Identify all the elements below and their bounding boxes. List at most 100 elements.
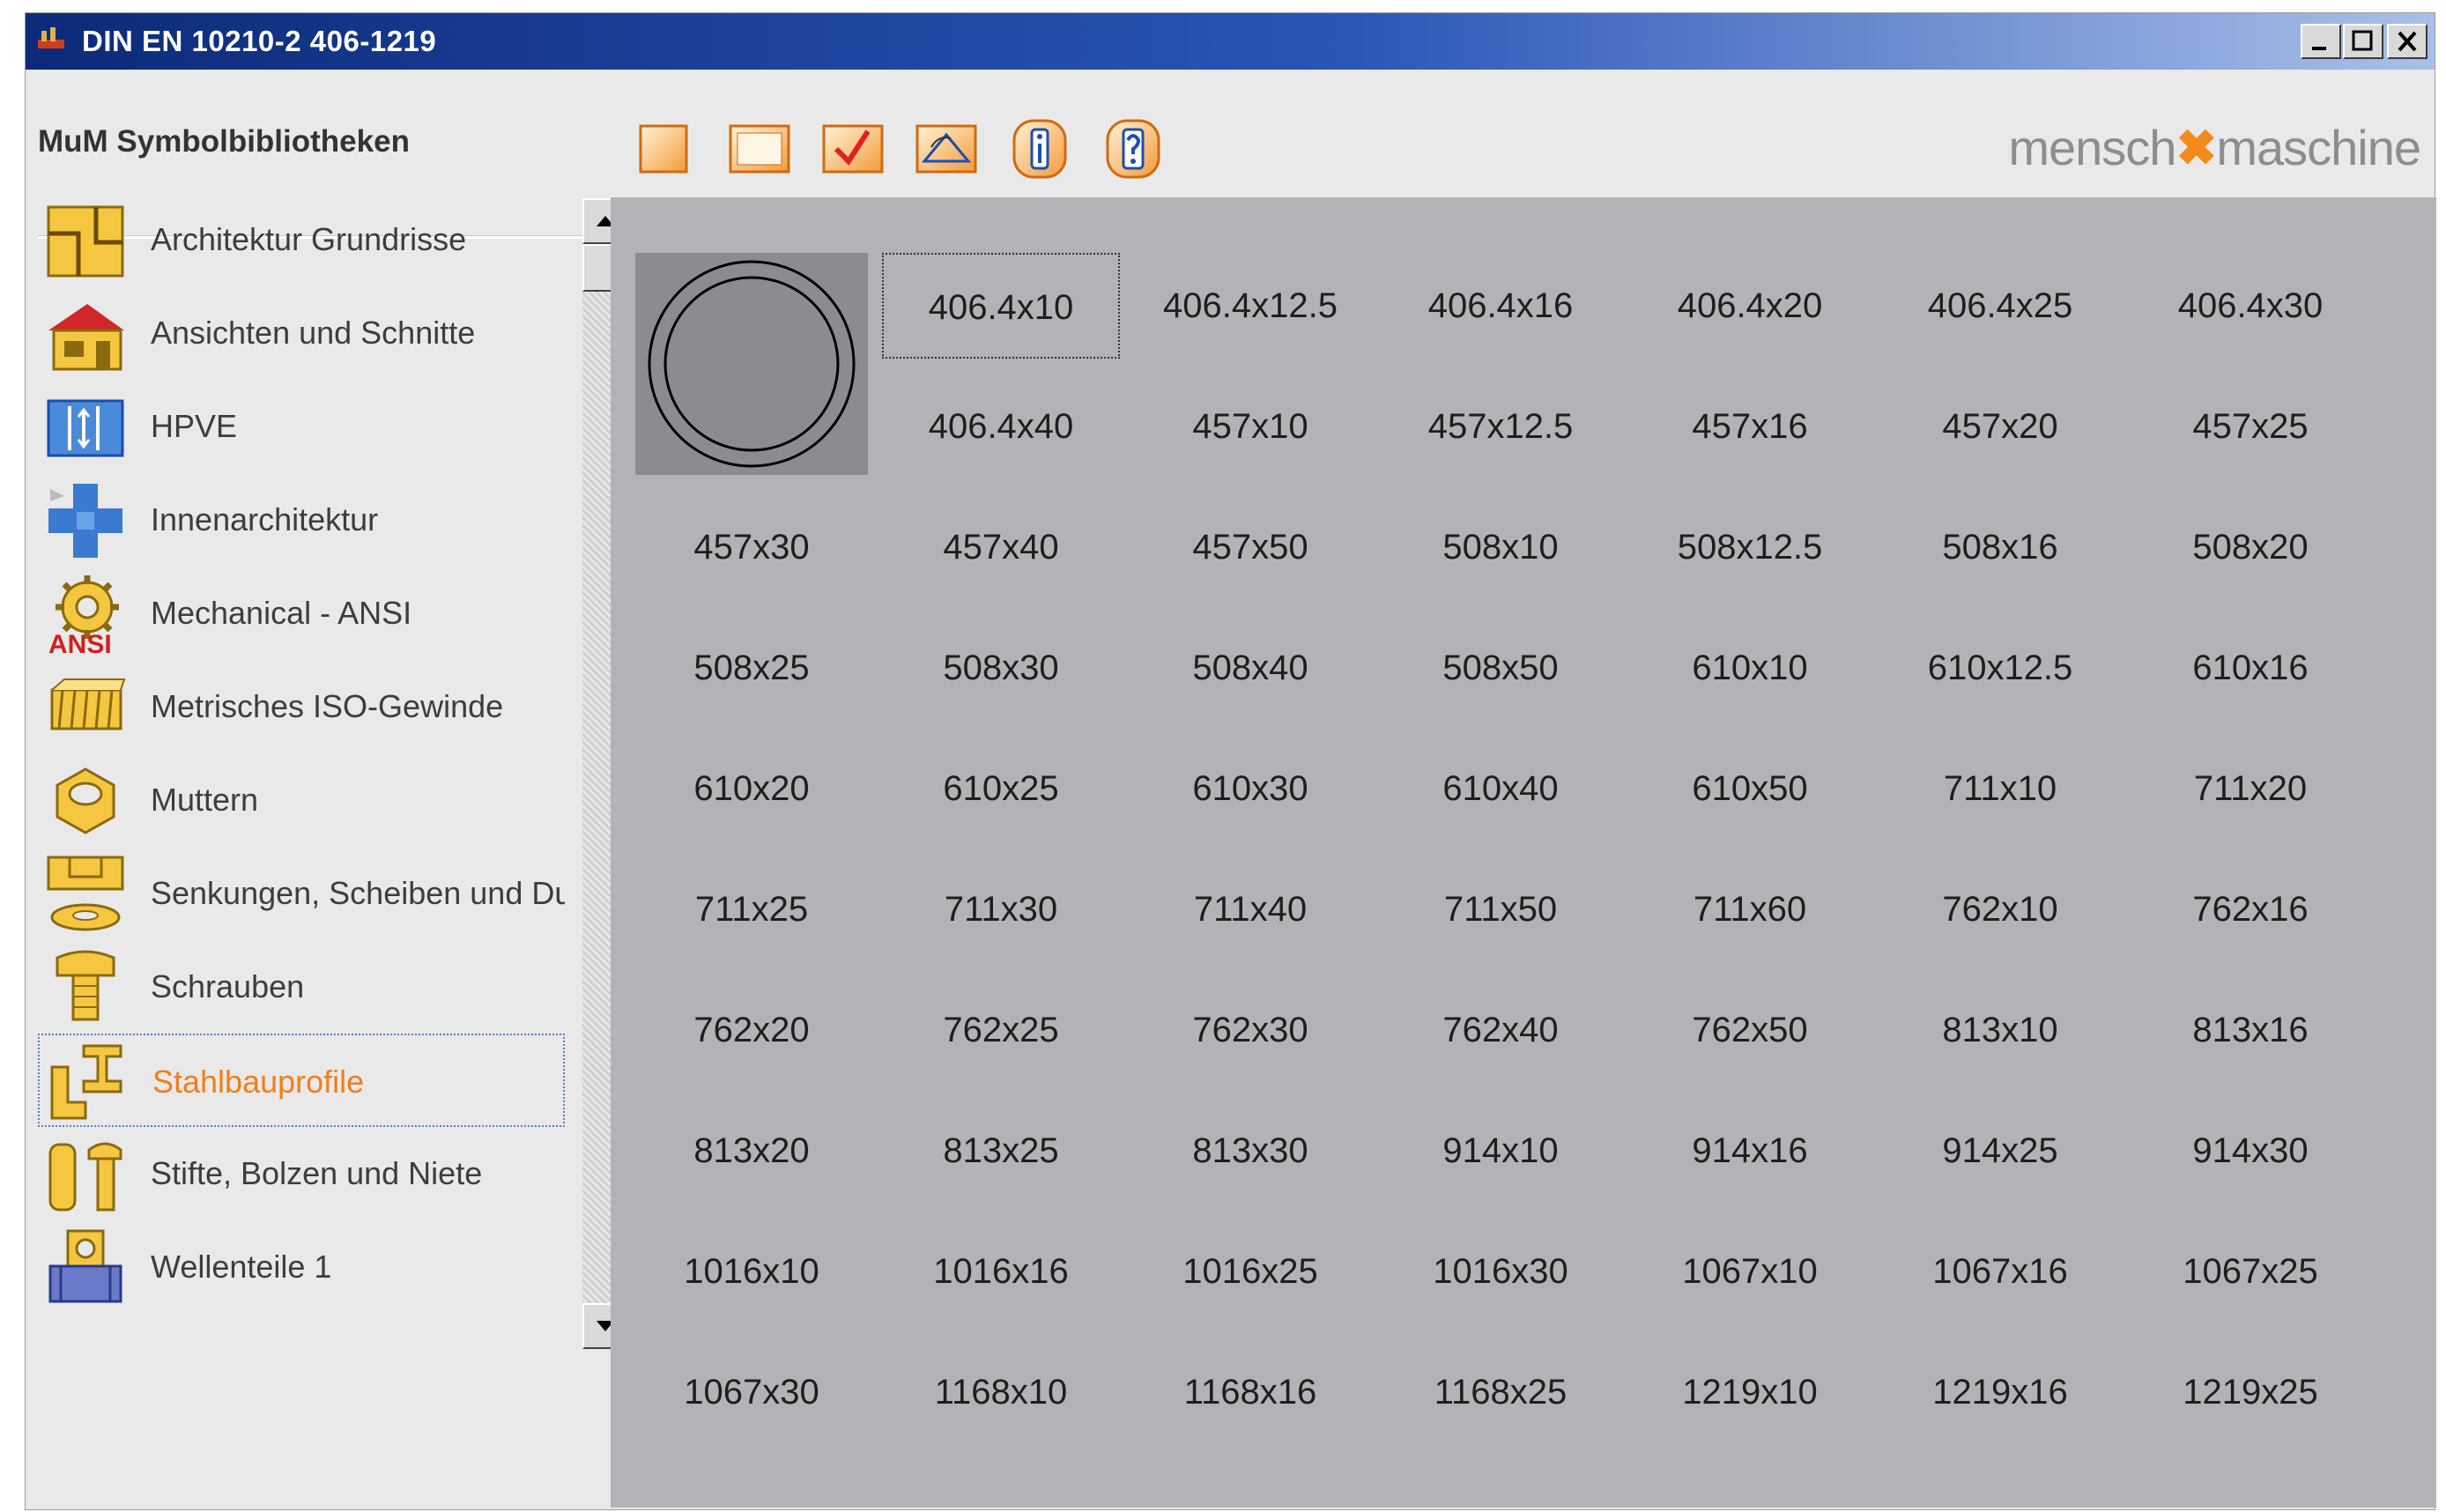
close-button[interactable] [2387,24,2427,59]
symbol-cell[interactable]: 711x60 [1631,856,1869,962]
symbol-cell[interactable]: 1016x25 [1131,1219,1369,1324]
symbol-cell[interactable]: 610x10 [1631,615,1869,721]
symbol-cell[interactable]: 1067x25 [2131,1219,2369,1324]
sidebar-item-senkungen[interactable]: Senkungen, Scheiben und Du [38,847,565,940]
symbol-cell[interactable]: 610x20 [633,736,871,841]
symbol-cell[interactable]: 1067x30 [633,1339,871,1445]
symbol-cell[interactable]: 1168x10 [882,1339,1120,1445]
symbol-cell[interactable]: 1168x25 [1382,1339,1620,1445]
help-icon [1106,119,1160,179]
symbol-cell[interactable]: 508x12.5 [1631,494,1869,600]
info-button[interactable] [1004,115,1076,181]
sidebar-item-label: Metrisches ISO-Gewinde [151,688,504,724]
symbol-cell[interactable]: 1168x16 [1131,1339,1369,1445]
symbol-cell[interactable]: 406.4x40 [882,374,1120,479]
symbol-cell[interactable]: 610x25 [882,736,1120,841]
sidebar-item-schrauben[interactable]: Schrauben [38,940,565,1034]
rotate-button[interactable] [910,115,982,181]
symbol-cell[interactable]: 406.4x16 [1382,253,1620,359]
sidebar-item-hpve[interactable]: HPVE [38,380,565,473]
help-button[interactable] [1097,115,1169,181]
sidebar-item-muttern[interactable]: Muttern [38,753,565,847]
symbol-cell[interactable]: 813x30 [1131,1098,1369,1204]
symbol-cell[interactable]: 813x20 [633,1098,871,1204]
screw-icon [56,950,115,1021]
symbol-cell[interactable]: 1219x16 [1881,1339,2119,1445]
gear-ansi-icon: ANSI [48,575,119,656]
symbol-cell[interactable]: 914x16 [1631,1098,1869,1204]
symbol-cell[interactable]: 1219x25 [2131,1339,2369,1445]
floor-plan-icon [47,205,124,278]
symbol-cell[interactable]: 914x10 [1382,1098,1620,1204]
symbol-cell[interactable]: 813x16 [2131,977,2369,1083]
symbol-cell[interactable]: 406.4x30 [2131,253,2369,359]
page-frame-icon [729,124,790,174]
symbol-cell[interactable]: 457x20 [1881,374,2119,479]
symbol-cell[interactable]: 457x30 [633,494,871,600]
symbol-cell[interactable]: 457x16 [1631,374,1869,479]
symbol-cell[interactable]: 914x30 [2131,1098,2369,1204]
symbol-cell[interactable]: 813x10 [1881,977,2119,1083]
nut-icon [56,767,115,834]
symbol-cell[interactable]: 508x30 [882,615,1120,721]
blank-page-button[interactable] [634,115,706,181]
symbol-cell[interactable]: 457x25 [2131,374,2369,479]
sidebar-item-mechanical-ansi[interactable]: ANSI Mechanical - ANSI [38,567,565,660]
check-button[interactable] [817,115,889,181]
symbol-cell[interactable]: 711x40 [1131,856,1369,962]
symbol-cell[interactable]: 762x10 [1881,856,2119,962]
symbol-cell[interactable]: 406.4x25 [1881,253,2119,359]
sidebar-item-architektur[interactable]: Architektur Grundrisse [38,193,565,286]
symbol-cell[interactable]: 457x50 [1131,494,1369,600]
symbol-cell[interactable]: 762x40 [1382,977,1620,1083]
symbol-cell[interactable]: 711x50 [1382,856,1620,962]
washer-icon [47,856,124,931]
symbol-cell[interactable]: 457x40 [882,494,1120,600]
symbol-cell[interactable]: 610x50 [1631,736,1869,841]
symbol-cell[interactable]: 762x25 [882,977,1120,1083]
symbol-cell[interactable]: 610x40 [1382,736,1620,841]
symbol-cell[interactable]: 1219x10 [1631,1339,1869,1445]
symbol-cell[interactable]: 762x16 [2131,856,2369,962]
symbol-cell[interactable]: 457x10 [1131,374,1369,479]
maximize-button[interactable] [2343,24,2383,59]
symbol-cell[interactable]: 711x25 [633,856,871,962]
thread-icon [50,678,126,730]
minimize-button[interactable] [2301,24,2341,59]
symbol-cell[interactable]: 813x25 [882,1098,1120,1204]
symbol-cell[interactable]: 914x25 [1881,1098,2119,1204]
symbol-cell[interactable]: 406.4x10 [882,253,1120,359]
symbol-cell[interactable]: 711x20 [2131,736,2369,841]
symbol-cell[interactable]: 762x50 [1631,977,1869,1083]
symbol-cell[interactable]: 762x20 [633,977,871,1083]
symbol-cell[interactable]: 1016x10 [633,1219,871,1324]
symbol-cell[interactable]: 508x50 [1382,615,1620,721]
symbol-cell[interactable]: 1067x10 [1631,1219,1869,1324]
symbol-cell[interactable]: 711x10 [1881,736,2119,841]
sidebar-item-stifte[interactable]: Stifte, Bolzen und Niete [38,1127,565,1220]
sidebar-item-iso-gewinde[interactable]: Metrisches ISO-Gewinde [38,660,565,753]
symbol-cell[interactable]: 1016x30 [1382,1219,1620,1324]
symbol-cell[interactable]: 610x12.5 [1881,615,2119,721]
page-frame-button[interactable] [723,115,796,181]
symbol-cell[interactable]: 508x25 [633,615,871,721]
sidebar-item-wellenteile[interactable]: Wellenteile 1 [38,1220,565,1314]
info-icon [1012,119,1067,179]
title-bar[interactable]: DIN EN 10210-2 406-1219 [26,13,2435,70]
symbol-cell[interactable]: 457x12.5 [1382,374,1620,479]
symbol-cell[interactable]: 406.4x12.5 [1131,253,1369,359]
symbol-cell[interactable]: 508x40 [1131,615,1369,721]
symbol-cell[interactable]: 762x30 [1131,977,1369,1083]
sidebar-item-stahlbauprofile[interactable]: Stahlbauprofile [38,1034,565,1127]
symbol-cell[interactable]: 406.4x20 [1631,253,1869,359]
sidebar-item-innenarchitektur[interactable]: Innenarchitektur [38,473,565,567]
symbol-cell[interactable]: 610x16 [2131,615,2369,721]
symbol-cell[interactable]: 508x20 [2131,494,2369,600]
symbol-cell[interactable]: 508x16 [1881,494,2119,600]
sidebar-item-ansichten[interactable]: Ansichten und Schnitte [38,286,565,380]
symbol-cell[interactable]: 610x30 [1131,736,1369,841]
symbol-cell[interactable]: 1067x16 [1881,1219,2119,1324]
symbol-cell[interactable]: 508x10 [1382,494,1620,600]
symbol-cell[interactable]: 711x30 [882,856,1120,962]
symbol-cell[interactable]: 1016x16 [882,1219,1120,1324]
